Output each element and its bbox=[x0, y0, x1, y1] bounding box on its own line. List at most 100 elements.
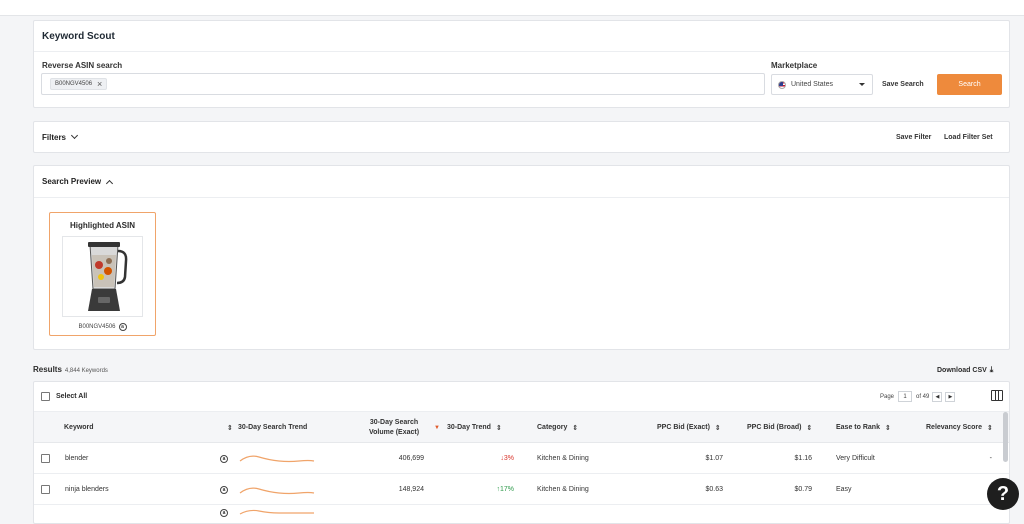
prev-page-button[interactable]: ◀ bbox=[932, 391, 943, 402]
sort-icon: ⇕ bbox=[495, 424, 502, 432]
col-ease[interactable]: Ease to Rank ⇕ bbox=[836, 412, 891, 443]
search-preview-header: Search Preview bbox=[34, 166, 1009, 198]
table-row[interactable]: a bbox=[34, 505, 1009, 523]
trend-value: 3% bbox=[503, 455, 514, 462]
product-image bbox=[62, 236, 143, 317]
top-bar bbox=[0, 0, 1024, 16]
save-filter-button[interactable]: Save Filter bbox=[896, 134, 931, 141]
trend-value: 17% bbox=[499, 486, 514, 493]
sort-volume-button[interactable]: ▼ bbox=[429, 412, 440, 443]
col-ppc-broad-label: PPC Bid (Broad) bbox=[747, 424, 802, 431]
help-button[interactable]: ? bbox=[987, 478, 1019, 510]
page-total: of 49 bbox=[916, 393, 930, 400]
col-ease-label: Ease to Rank bbox=[836, 424, 880, 431]
filters-title: Filters bbox=[42, 132, 67, 142]
table-header: Keyword ⇕ 30-Day Search Trend 30-Day Sea… bbox=[34, 412, 1009, 443]
keyword-scout-header: Keyword Scout bbox=[34, 21, 1009, 52]
sort-desc-icon: ▼ bbox=[434, 424, 440, 431]
filters-toggle[interactable]: Filters bbox=[42, 131, 79, 142]
ease-cell: Easy bbox=[836, 486, 852, 493]
page-title: Keyword Scout bbox=[42, 30, 115, 42]
volume-cell: 406,699 bbox=[398, 455, 424, 462]
asin-search-input[interactable]: B00NGV4506 × bbox=[41, 73, 765, 95]
download-icon: ⤓ bbox=[989, 365, 994, 374]
col-category[interactable]: Category ⇕ bbox=[537, 412, 578, 443]
col-category-label: Category bbox=[537, 424, 568, 431]
download-csv-button[interactable]: Download CSV ⤓ bbox=[937, 365, 993, 375]
col-ppc-exact-label: PPC Bid (Exact) bbox=[657, 424, 710, 431]
results-count: 4,844 Keywords bbox=[64, 368, 108, 374]
amazon-icon[interactable]: a bbox=[220, 485, 228, 494]
next-page-button[interactable]: ▶ bbox=[945, 391, 956, 402]
download-csv-label: Download CSV bbox=[937, 366, 987, 374]
col-keyword-label: Keyword bbox=[64, 424, 94, 431]
select-all-checkbox[interactable] bbox=[41, 392, 50, 401]
results-title: Results bbox=[33, 365, 62, 374]
chevron-up-icon bbox=[106, 179, 114, 187]
load-filter-set-button[interactable]: Load Filter Set bbox=[944, 134, 993, 141]
col-trend-pct[interactable]: 30-Day Trend ⇕ bbox=[447, 412, 502, 443]
columns-settings-icon[interactable] bbox=[991, 390, 1003, 401]
ease-cell: Very Difficult bbox=[836, 455, 875, 462]
trend-cell: ↑ 17% bbox=[444, 474, 514, 505]
search-preview-card: Search Preview Highlighted ASIN B00NGV45… bbox=[33, 165, 1010, 350]
ppc-broad-cell: $1.16 bbox=[794, 455, 812, 462]
keyword-scout-card: Keyword Scout Reverse ASIN search Market… bbox=[33, 20, 1010, 108]
keyword-cell: blender bbox=[65, 455, 89, 462]
col-relevancy[interactable]: Relevancy Score ⇕ bbox=[926, 412, 993, 443]
col-trend-pct-label: 30-Day Trend bbox=[447, 424, 491, 431]
asin-chip[interactable]: B00NGV4506 × bbox=[50, 78, 108, 90]
table-scrollbar[interactable] bbox=[1003, 412, 1008, 462]
blender-product-image bbox=[88, 242, 128, 311]
page-label: Page bbox=[880, 393, 895, 400]
search-preview-title: Search Preview bbox=[42, 177, 102, 186]
save-search-button[interactable]: Save Search bbox=[882, 81, 924, 88]
keyword-cell: ninja blenders bbox=[65, 486, 109, 493]
asin-code-text: B00NGV4506 bbox=[78, 324, 116, 330]
row-checkbox[interactable] bbox=[41, 485, 50, 494]
trend-cell: ↓ 3% bbox=[444, 443, 514, 474]
sort-icon: ⇕ bbox=[987, 424, 993, 432]
highlighted-asin-card[interactable]: Highlighted ASIN B00NGV4506 a bbox=[49, 212, 156, 336]
sort-icon: ⇕ bbox=[806, 424, 813, 432]
col-volume-line2: Volume (Exact) bbox=[369, 428, 420, 436]
table-row[interactable]: blender a 406,699 ↓ 3% Kitchen & Dining $… bbox=[34, 443, 1009, 474]
asin-chip-label: B00NGV4506 bbox=[55, 81, 93, 87]
marketplace-label: Marketplace bbox=[771, 61, 818, 70]
amazon-icon[interactable]: a bbox=[220, 454, 228, 463]
col-keyword[interactable]: Keyword bbox=[64, 412, 94, 443]
search-trend-sparkline bbox=[239, 497, 315, 523]
sort-keyword-button[interactable]: ⇕ bbox=[222, 412, 233, 443]
filters-card: Filters Save Filter Load Filter Set bbox=[33, 121, 1010, 153]
us-flag-icon bbox=[778, 80, 786, 89]
search-button[interactable]: Search bbox=[937, 74, 1002, 95]
sort-icon: ⇕ bbox=[714, 424, 721, 432]
search-trend-sparkline bbox=[239, 443, 315, 474]
close-icon[interactable]: × bbox=[97, 80, 102, 89]
category-cell: Kitchen & Dining bbox=[537, 486, 589, 493]
table-row[interactable]: ninja blenders a 148,924 ↑ 17% Kitchen & … bbox=[34, 474, 1009, 505]
col-relevancy-label: Relevancy Score bbox=[926, 424, 983, 431]
relevancy-cell: - bbox=[989, 455, 992, 462]
col-ppc-broad[interactable]: PPC Bid (Broad) ⇕ bbox=[747, 412, 812, 443]
col-search-trend: 30-Day Search Trend bbox=[238, 412, 307, 443]
row-checkbox[interactable] bbox=[41, 454, 50, 463]
table-toolbar: Select All Page 1 of 49 ◀ ▶ bbox=[34, 382, 1009, 412]
amazon-icon[interactable]: a bbox=[118, 323, 127, 331]
search-preview-toggle[interactable]: Search Preview bbox=[42, 177, 114, 187]
volume-cell: 148,924 bbox=[398, 486, 424, 493]
category-cell: Kitchen & Dining bbox=[537, 455, 589, 462]
col-ppc-exact[interactable]: PPC Bid (Exact) ⇕ bbox=[657, 412, 721, 443]
sort-icon: ⇕ bbox=[884, 424, 891, 432]
ppc-broad-cell: $0.79 bbox=[794, 486, 812, 493]
col-volume-line1: 30-Day Search bbox=[369, 418, 419, 426]
pagination: Page 1 of 49 ◀ ▶ bbox=[880, 391, 956, 402]
results-label: Results 4,844 Keywords bbox=[33, 365, 108, 374]
marketplace-value: United States bbox=[791, 81, 834, 88]
col-search-volume[interactable]: 30-Day Search Volume (Exact) bbox=[369, 412, 419, 443]
sort-icon: ⇕ bbox=[227, 424, 233, 432]
marketplace-select[interactable]: United States bbox=[771, 74, 873, 95]
page-number-input[interactable]: 1 bbox=[898, 391, 913, 402]
select-all-label: Select All bbox=[56, 393, 88, 400]
amazon-icon[interactable]: a bbox=[220, 508, 228, 517]
